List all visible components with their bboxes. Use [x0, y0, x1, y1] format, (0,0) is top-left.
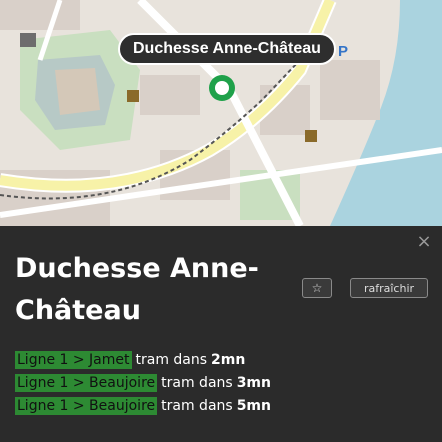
line-tag[interactable]: Ligne 1 > Jamet	[15, 350, 132, 369]
parking-icon: P	[338, 43, 348, 60]
station-panel: × Duchesse Anne-Château ☆ rafraîchir Lig…	[0, 226, 442, 442]
departure-time: 3mn	[236, 374, 271, 391]
close-icon[interactable]: ×	[414, 232, 434, 252]
station-name-label[interactable]: Duchesse Anne-Château	[118, 33, 336, 65]
departure-time: 5mn	[236, 397, 271, 414]
departure-row: Ligne 1 > Beaujoire tram dans 3mn	[15, 371, 271, 394]
departures-list: Ligne 1 > Jamet tram dans 2mn Ligne 1 > …	[15, 348, 271, 417]
line-tag[interactable]: Ligne 1 > Beaujoire	[15, 396, 158, 415]
shop-icon	[305, 130, 317, 142]
refresh-button[interactable]: rafraîchir	[350, 278, 428, 298]
monument-icon	[127, 90, 139, 102]
departure-row: Ligne 1 > Jamet tram dans 2mn	[15, 348, 271, 371]
departure-text: tram dans	[135, 351, 208, 368]
favorite-button[interactable]: ☆	[302, 278, 332, 298]
map-view[interactable]: P Duchesse Anne-Château	[0, 0, 442, 226]
station-marker-center	[215, 81, 229, 95]
station-title: Duchesse Anne-Château	[15, 253, 259, 326]
departure-text: tram dans	[161, 374, 233, 391]
castle-building	[55, 68, 100, 115]
museum-icon	[20, 33, 36, 47]
line-tag[interactable]: Ligne 1 > Beaujoire	[15, 373, 158, 392]
departure-row: Ligne 1 > Beaujoire tram dans 5mn	[15, 394, 271, 417]
departure-text: tram dans	[161, 397, 233, 414]
departure-time: 2mn	[211, 351, 246, 368]
